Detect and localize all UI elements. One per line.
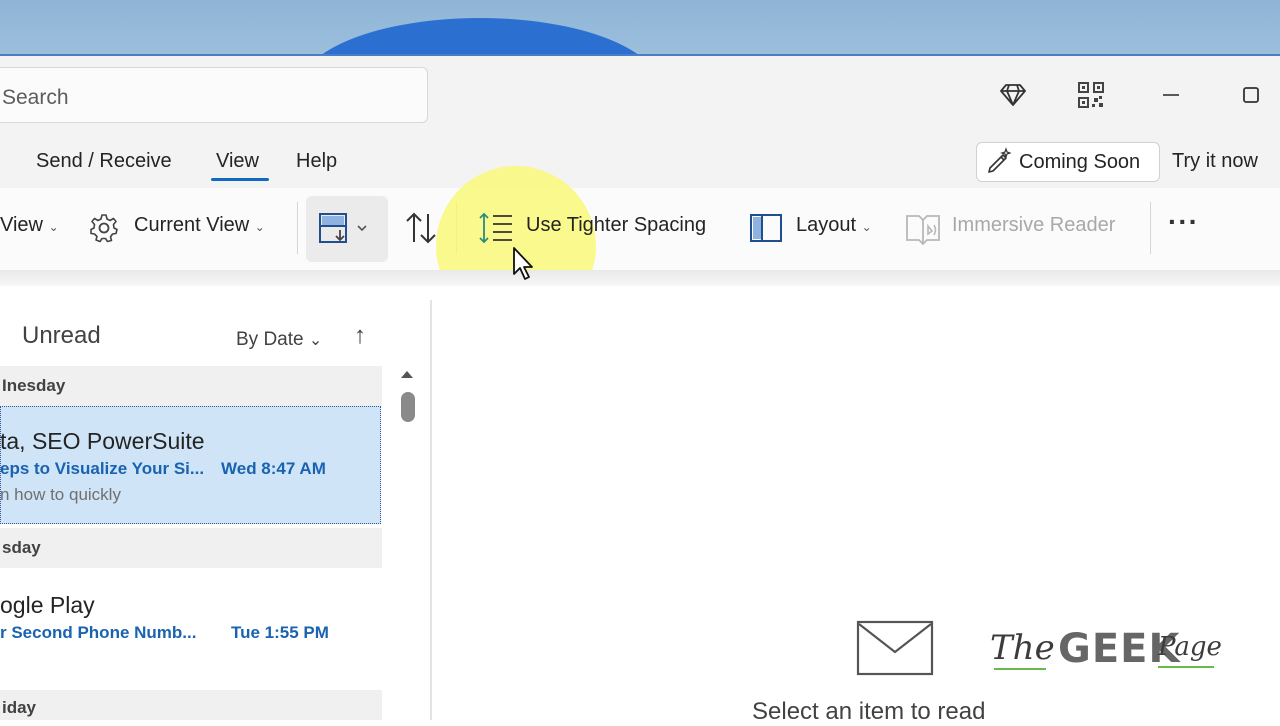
envelope-icon [856,620,934,681]
message-time: Wed 8:47 AM [221,459,326,478]
message-preview-icon [318,212,374,251]
immersive-reader-button: Immersive Reader [952,214,1116,236]
watermark-underline [1158,666,1214,668]
message-time: Tue 1:55 PM [231,623,329,642]
desktop-wallpaper [0,0,1280,56]
sort-label: By Date [236,329,304,350]
chevron-down-icon: ⌄ [48,220,59,234]
tab-send-receive[interactable]: Send / Receive [36,150,172,173]
chevron-down-icon: ⌄ [308,332,323,349]
minimize-icon[interactable] [1156,80,1186,110]
mouse-pointer-icon [512,246,536,287]
try-it-now-toggle[interactable]: Try it now [1172,150,1258,173]
layout-button[interactable]: Layout ⌄ [796,214,872,237]
layout-label: Layout [796,214,857,236]
group-header[interactable]: Inesday [0,366,382,406]
active-tab-indicator [211,178,269,181]
ribbon-separator [1150,202,1151,254]
maximize-icon[interactable] [1236,80,1266,110]
diamond-icon[interactable] [998,80,1028,110]
sort-direction-button[interactable]: ↑ [354,322,366,350]
message-sender: ogle Play [0,592,95,618]
group-header[interactable]: sday [0,528,382,568]
message-preview: n how to quickly [0,485,121,504]
tab-help[interactable]: Help [296,150,337,173]
ribbon-shadow [0,270,1280,286]
sort-by-date-dropdown[interactable]: By Date ⌄ [236,329,322,351]
more-options-button[interactable]: ··· [1168,206,1199,238]
layout-icon [750,214,782,247]
tab-view[interactable]: View [216,150,259,173]
scrollbar-thumb[interactable] [401,392,415,422]
immersive-reader-icon [904,210,942,251]
filter-unread-tab[interactable]: Unread [22,322,101,350]
chevron-down-icon: ⌄ [254,220,265,234]
coming-soon-label: Coming Soon [1019,150,1141,173]
group-header[interactable]: iday [0,690,382,720]
change-view-label: View [0,214,43,236]
current-view-button[interactable]: Current View ⌄ [134,214,265,237]
current-view-label: Current View [134,214,250,236]
wallpaper-bloom [300,18,660,56]
sparkle-pen-icon [985,146,1012,178]
message-sender: ta, SEO PowerSuite [0,428,205,454]
change-view-button[interactable]: View ⌄ [0,214,59,237]
watermark-page: Page [1158,632,1222,662]
gear-icon [88,212,120,249]
message-subject: eps to Visualize Your Si... [0,459,205,478]
coming-soon-button[interactable]: Coming Soon [976,142,1160,182]
scroll-up-arrow-icon[interactable] [399,366,415,382]
message-subject: r Second Phone Numb... [0,623,197,642]
line-spacing-icon [478,210,514,251]
ribbon-separator [297,202,298,254]
use-tighter-spacing-button[interactable]: Use Tighter Spacing [526,214,706,237]
watermark-underline [994,668,1046,670]
watermark-the: The [990,628,1055,668]
sort-arrows-icon[interactable] [404,210,438,251]
search-input[interactable]: Search [2,86,69,110]
reading-pane-empty-text: Select an item to read [752,698,986,725]
qr-code-icon[interactable] [1076,80,1106,110]
chevron-down-icon: ⌄ [861,220,872,234]
